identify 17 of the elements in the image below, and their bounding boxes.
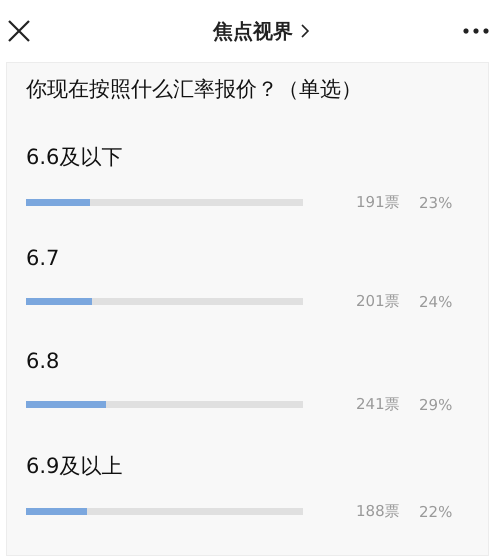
option-label: 6.7 — [26, 246, 60, 270]
option-label: 6.8 — [26, 349, 60, 373]
option-label: 6.9及以上 — [26, 453, 124, 480]
vote-count: 188票 — [356, 502, 401, 521]
vote-count: 191票 — [356, 193, 401, 212]
vote-percent: 24% — [419, 292, 452, 310]
vote-percent: 29% — [419, 396, 452, 414]
vote-count: 201票 — [356, 292, 401, 311]
option-label: 6.6及以下 — [26, 144, 124, 171]
vote-percent: 23% — [419, 194, 452, 212]
vote-count: 241票 — [356, 395, 401, 414]
chevron-icon[interactable] — [301, 24, 309, 38]
page-title[interactable]: 焦点视界 — [213, 18, 293, 44]
more-icon[interactable] — [463, 28, 489, 34]
vote-percent: 22% — [419, 502, 452, 520]
close-icon[interactable] — [7, 19, 31, 43]
poll-question: 你现在按照什么汇率报价？（单选） — [26, 76, 363, 103]
